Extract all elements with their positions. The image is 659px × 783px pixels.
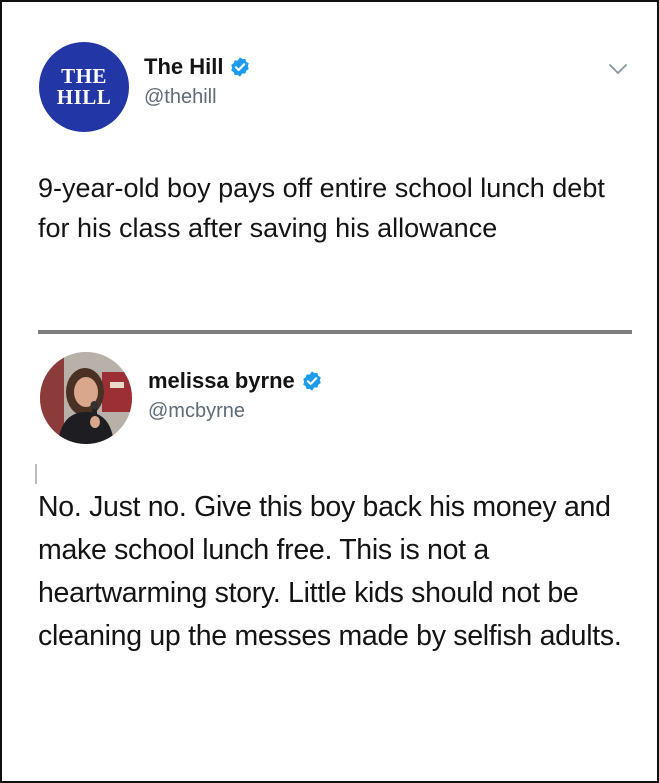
chevron-down-icon[interactable]: [608, 62, 628, 76]
thehill-name-row: The Hill: [144, 54, 251, 80]
verified-badge-icon: [303, 371, 321, 391]
reply-text: No. Just no. Give this boy back his mone…: [38, 491, 622, 652]
avatar-logo-line1: THE: [61, 64, 107, 88]
thehill-handle[interactable]: @thehill: [144, 86, 217, 109]
avatar-logo-line2: HILL: [56, 85, 112, 109]
text-cursor-mark: [35, 464, 37, 484]
mcbyrne-handle[interactable]: @mcbyrne: [148, 400, 245, 423]
verified-badge-icon: [231, 57, 250, 77]
thehill-avatar[interactable]: THE HILL: [39, 42, 129, 132]
tweet-text: 9-year-old boy pays off entire school lu…: [38, 173, 605, 243]
meme-frame: THE HILL The Hill @thehill 9-year-old bo…: [0, 0, 659, 783]
profile-photo-icon: [40, 352, 132, 444]
thehill-display-name[interactable]: The Hill: [144, 54, 223, 80]
mcbyrne-display-name[interactable]: melissa byrne: [148, 368, 295, 394]
mcbyrne-avatar[interactable]: [40, 352, 132, 444]
tweet-thehill: THE HILL The Hill @thehill 9-year-old bo…: [2, 2, 657, 335]
divider: [38, 330, 632, 334]
mcbyrne-name-row: melissa byrne: [148, 368, 323, 394]
